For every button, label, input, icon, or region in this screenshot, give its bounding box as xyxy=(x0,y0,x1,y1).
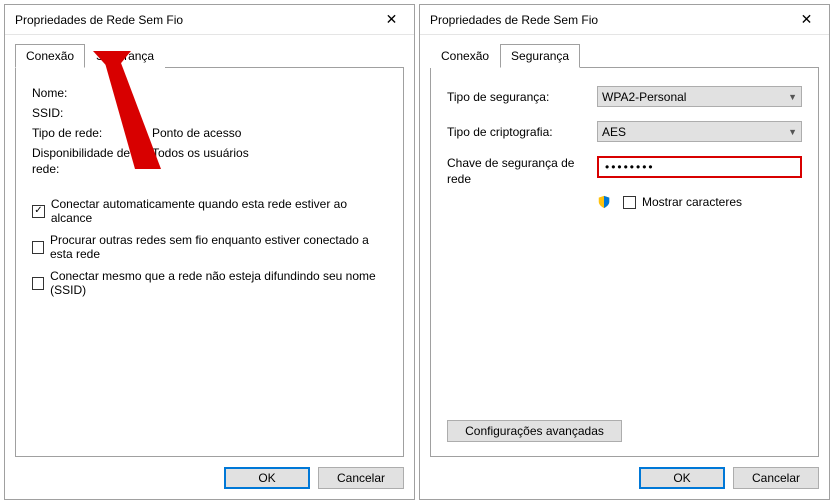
tab-security[interactable]: Segurança xyxy=(85,44,165,68)
tabpanel-security: Tipo de segurança: WPA2-Personal ▼ Tipo … xyxy=(430,68,819,457)
row-security-type: Tipo de segurança: WPA2-Personal ▼ xyxy=(447,86,802,107)
label-encryption-type: Tipo de criptografia: xyxy=(447,125,597,139)
password-masked: •••••••• xyxy=(605,160,655,174)
label-name: Nome: xyxy=(32,86,152,100)
row-nettype: Tipo de rede: Ponto de acesso xyxy=(32,126,387,140)
checkbox-auto-connect[interactable]: ✓ Conectar automaticamente quando esta r… xyxy=(32,197,387,225)
row-availability: Disponibilidade de rede: Todos os usuári… xyxy=(32,146,387,177)
close-button[interactable]: ✕ xyxy=(784,5,829,35)
value-availability: Todos os usuários xyxy=(152,146,387,160)
close-icon: ✕ xyxy=(801,11,813,28)
row-encryption-type: Tipo de criptografia: AES ▼ xyxy=(447,121,802,142)
tab-connection[interactable]: Conexão xyxy=(430,44,500,68)
close-icon: ✕ xyxy=(386,11,398,28)
tabs-left: Conexão Segurança xyxy=(15,43,404,68)
cancel-button[interactable]: Cancelar xyxy=(733,467,819,489)
tabs-right: Conexão Segurança xyxy=(430,43,819,68)
button-row-right: OK Cancelar xyxy=(430,457,819,489)
client-area-left: Conexão Segurança Nome: SSID: Tipo de re… xyxy=(5,35,414,499)
label-security-type: Tipo de segurança: xyxy=(447,90,597,104)
value-ssid xyxy=(152,106,387,120)
window-connection: Propriedades de Rede Sem Fio ✕ Conexão S… xyxy=(4,4,415,500)
checkbox-show-chars[interactable] xyxy=(623,196,636,209)
window-title: Propriedades de Rede Sem Fio xyxy=(15,13,369,27)
row-ssid: SSID: xyxy=(32,106,387,120)
button-row-left: OK Cancelar xyxy=(15,457,404,489)
tab-connection[interactable]: Conexão xyxy=(15,44,85,68)
shield-icon xyxy=(597,195,611,209)
label-ssid: SSID: xyxy=(32,106,152,120)
chevron-down-icon: ▼ xyxy=(788,92,797,102)
titlebar-right: Propriedades de Rede Sem Fio ✕ xyxy=(420,5,829,35)
checkbox-icon xyxy=(32,241,44,254)
checkbox-icon xyxy=(32,277,44,290)
checkbox-auto-label: Conectar automaticamente quando esta red… xyxy=(51,197,387,225)
window-title: Propriedades de Rede Sem Fio xyxy=(430,13,784,27)
label-security-key: Chave de segurança de rede xyxy=(447,156,597,187)
tabpanel-connection: Nome: SSID: Tipo de rede: Ponto de acess… xyxy=(15,68,404,457)
label-availability: Disponibilidade de rede: xyxy=(32,146,152,177)
ok-button[interactable]: OK xyxy=(639,467,725,489)
select-value: AES xyxy=(602,125,626,139)
checkbox-hidden-ssid[interactable]: Conectar mesmo que a rede não esteja dif… xyxy=(32,269,387,297)
close-button[interactable]: ✕ xyxy=(369,5,414,35)
select-security-type[interactable]: WPA2-Personal ▼ xyxy=(597,86,802,107)
select-value: WPA2-Personal xyxy=(602,90,686,104)
label-show-chars: Mostrar caracteres xyxy=(642,195,742,209)
titlebar-left: Propriedades de Rede Sem Fio ✕ xyxy=(5,5,414,35)
tab-security[interactable]: Segurança xyxy=(500,44,580,68)
advanced-settings-button[interactable]: Configurações avançadas xyxy=(447,420,622,442)
label-nettype: Tipo de rede: xyxy=(32,126,152,140)
window-security: Propriedades de Rede Sem Fio ✕ Conexão S… xyxy=(419,4,830,500)
row-show-chars: Mostrar caracteres xyxy=(597,195,802,209)
input-security-key[interactable]: •••••••• xyxy=(597,156,802,178)
select-encryption-type[interactable]: AES ▼ xyxy=(597,121,802,142)
checkbox-look-label: Procurar outras redes sem fio enquanto e… xyxy=(50,233,387,261)
cancel-button[interactable]: Cancelar xyxy=(318,467,404,489)
checkbox-look-other[interactable]: Procurar outras redes sem fio enquanto e… xyxy=(32,233,387,261)
chevron-down-icon: ▼ xyxy=(788,127,797,137)
row-security-key: Chave de segurança de rede •••••••• xyxy=(447,156,802,187)
value-name xyxy=(152,86,387,100)
row-name: Nome: xyxy=(32,86,387,100)
checkbox-hidden-label: Conectar mesmo que a rede não esteja dif… xyxy=(50,269,387,297)
checkbox-icon: ✓ xyxy=(32,205,45,218)
value-nettype: Ponto de acesso xyxy=(152,126,387,140)
checkmark-icon: ✓ xyxy=(34,206,42,216)
client-area-right: Conexão Segurança Tipo de segurança: WPA… xyxy=(420,35,829,499)
ok-button[interactable]: OK xyxy=(224,467,310,489)
